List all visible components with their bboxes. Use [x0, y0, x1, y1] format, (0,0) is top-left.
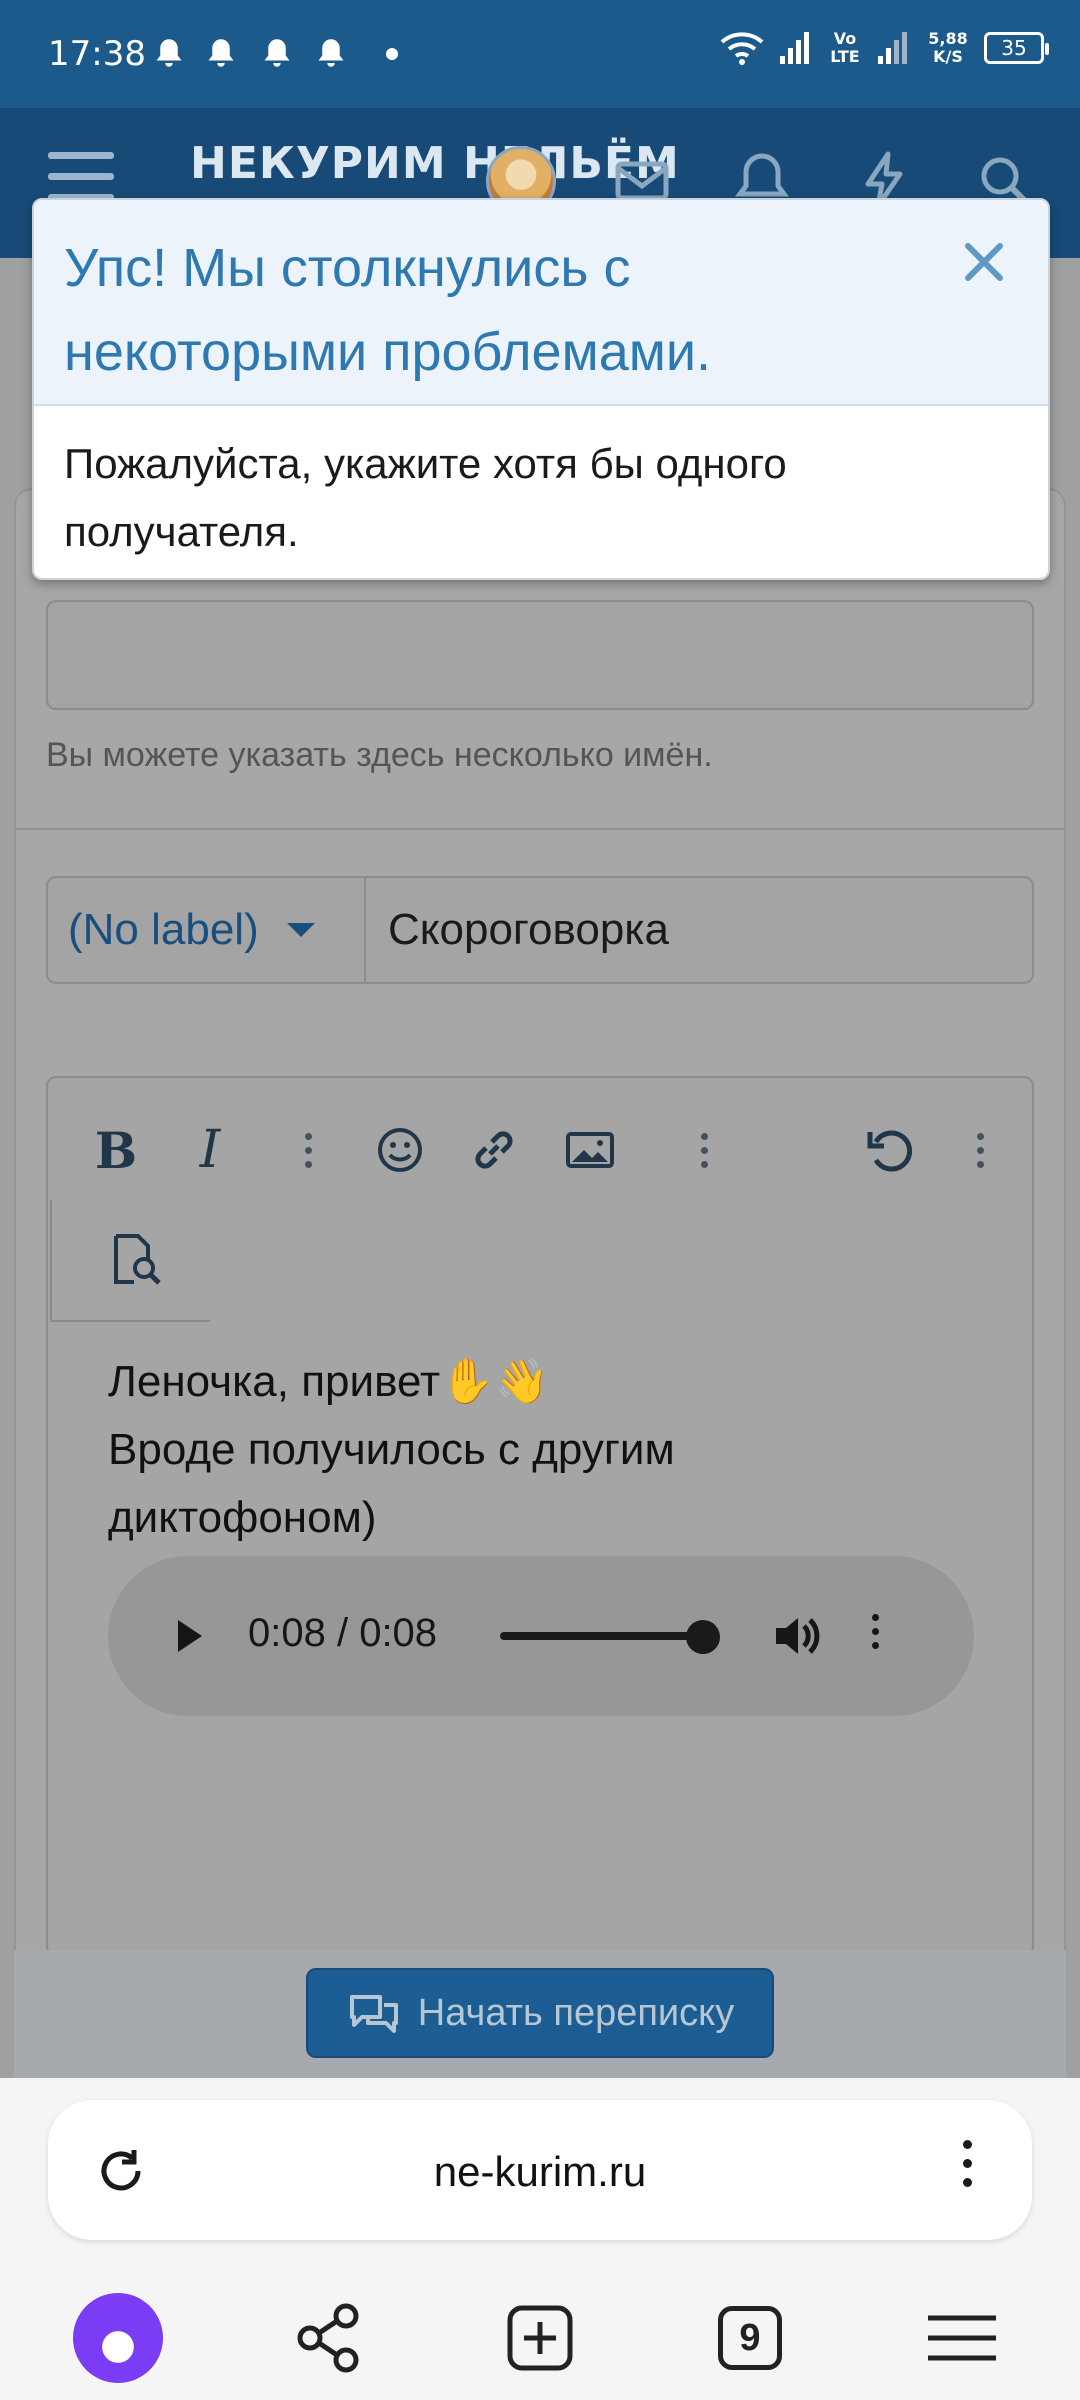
notification-bell-icon	[318, 39, 344, 67]
more-insert-options-button[interactable]	[672, 1118, 736, 1182]
battery-indicator: 35	[984, 32, 1049, 64]
network-speed: 5,88 K/S	[928, 29, 968, 66]
subject-input[interactable]: Скороговорка	[366, 878, 1032, 982]
dialog-message: Пожалуйста, укажите хотя бы одного получ…	[64, 440, 787, 555]
dialog-title: Упс! Мы столкнулись с некоторыми проблем…	[64, 238, 712, 382]
audio-player: 0:08 / 0:08	[108, 1556, 974, 1716]
signal-icon-2	[878, 32, 907, 64]
chevron-down-icon	[286, 923, 315, 937]
message-editor[interactable]: B I Леночка, привет✋👋 Вроде получилось с…	[46, 1076, 1034, 1956]
status-time: 17:38	[48, 34, 146, 74]
toolbar-row-2	[50, 1200, 210, 1322]
close-icon[interactable]	[956, 234, 1012, 290]
link-icon[interactable]	[462, 1118, 526, 1182]
share-icon[interactable]	[280, 2290, 376, 2386]
start-conversation-label: Начать переписку	[417, 1991, 735, 2034]
notification-bell-icon	[264, 39, 290, 67]
undo-icon[interactable]	[858, 1118, 922, 1182]
alice-assistant-icon[interactable]	[70, 2290, 166, 2386]
browser-menu-button[interactable]	[963, 2140, 972, 2187]
wifi-icon	[720, 32, 764, 65]
notification-bell-icon	[156, 39, 182, 67]
message-line: диктофоном)	[108, 1493, 377, 1542]
play-icon[interactable]	[168, 1616, 208, 1656]
chat-icon	[349, 1995, 398, 2033]
bold-button[interactable]: B	[84, 1118, 148, 1182]
new-tab-icon[interactable]	[492, 2290, 588, 2386]
audio-progress-handle[interactable]	[686, 1620, 720, 1654]
image-icon[interactable]	[558, 1118, 622, 1182]
label-select-value: (No label)	[68, 905, 259, 954]
menu-icon[interactable]	[914, 2290, 1010, 2386]
recipients-hint: Вы можете указать здесь несколько имён.	[46, 736, 713, 774]
more-options-button[interactable]	[948, 1118, 1012, 1182]
tabs-button[interactable]: 9	[702, 2290, 798, 2386]
url-text: ne-kurim.ru	[433, 2148, 647, 2195]
menu-icon[interactable]	[48, 152, 114, 204]
subject-value: Скороговорка	[388, 905, 669, 954]
dialog-header: Упс! Мы столкнулись с некоторыми проблем…	[34, 200, 1048, 406]
more-notifications-dot	[386, 48, 398, 60]
start-conversation-button[interactable]: Начать переписку	[306, 1968, 774, 2058]
emoji-icon[interactable]	[368, 1118, 432, 1182]
divider	[14, 828, 1066, 830]
browser-bottom-ui: ne-kurim.ru 9	[0, 2078, 1080, 2400]
label-select[interactable]: (No label)	[48, 878, 366, 982]
network-type: Vo LTE	[830, 29, 860, 66]
subject-row: (No label) Скороговорка	[46, 876, 1034, 984]
tabs-count: 9	[718, 2306, 782, 2370]
audio-more-button[interactable]	[872, 1614, 879, 1649]
status-bar: 17:38 Vo LTE 5,88 K/S 35	[0, 0, 1080, 108]
audio-time: 0:08 / 0:08	[248, 1611, 438, 1655]
volume-icon[interactable]	[772, 1612, 822, 1660]
notification-bell-icon	[208, 39, 234, 67]
italic-button[interactable]: I	[178, 1118, 242, 1182]
preview-icon[interactable]	[102, 1228, 166, 1292]
message-line: Леночка, привет✋👋	[108, 1357, 550, 1406]
more-text-options-button[interactable]	[276, 1118, 340, 1182]
address-bar[interactable]: ne-kurim.ru	[48, 2100, 1032, 2240]
error-dialog: Упс! Мы столкнулись с некоторыми проблем…	[32, 198, 1050, 580]
site-logo[interactable]: НЕКУРИМ НЕЛЬЁМ	[190, 142, 680, 186]
recipients-input[interactable]	[46, 600, 1034, 710]
message-text: Леночка, привет✋👋 Вроде получилось с дру…	[108, 1348, 675, 1552]
message-line: Вроде получилось с другим	[108, 1425, 675, 1474]
audio-progress-track[interactable]	[500, 1632, 700, 1640]
signal-icon	[780, 32, 809, 64]
